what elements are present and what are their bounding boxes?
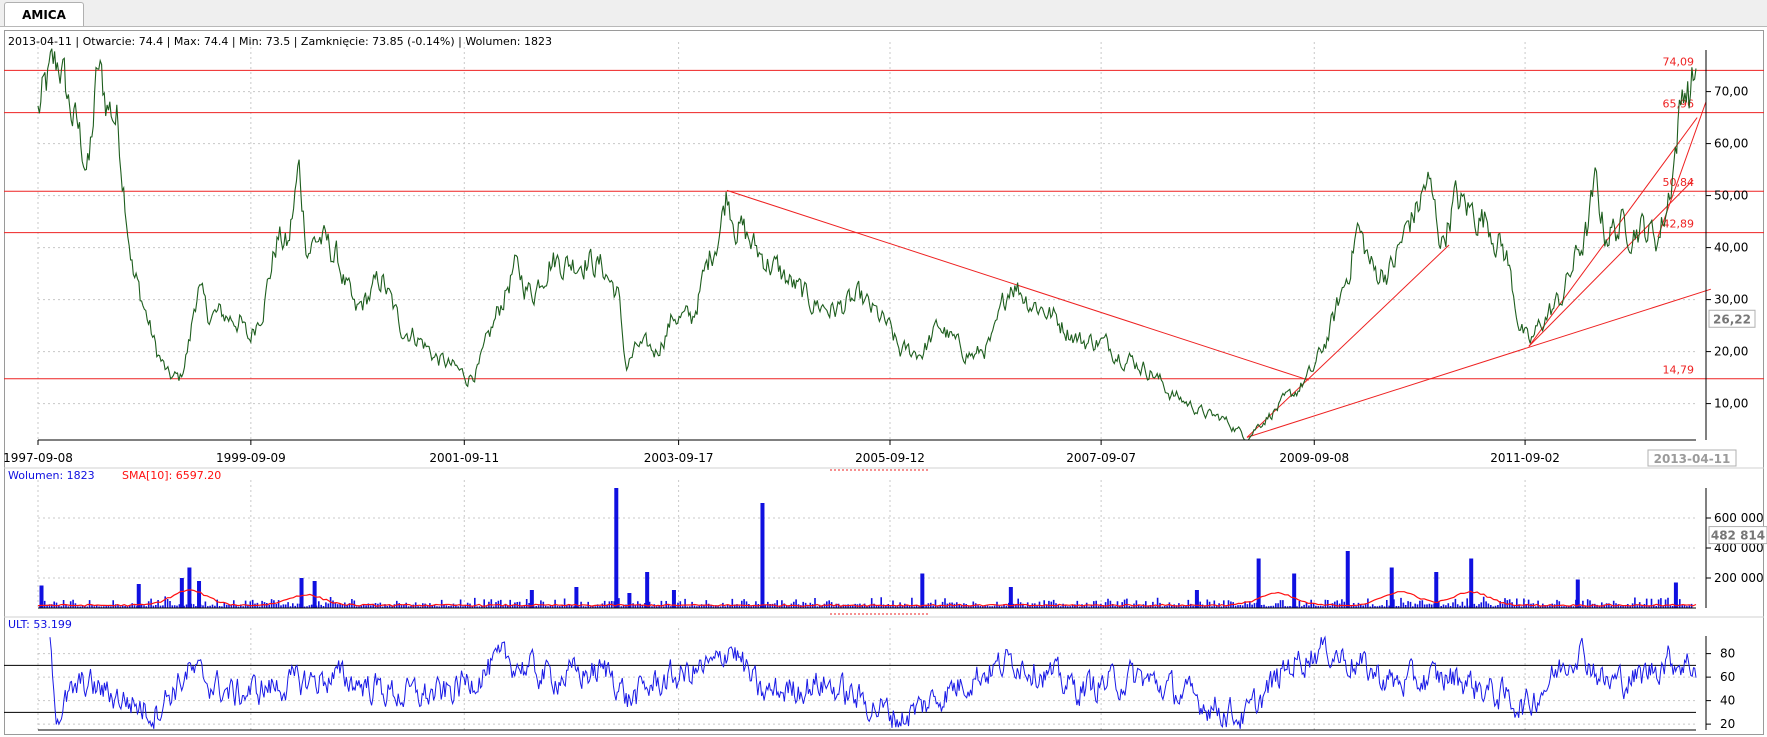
chart-canvas[interactable]: 74,0965,9650,8442,8914,79 1997-09-08 1999… — [0, 0, 1767, 737]
x-tick-label: 2007-09-07 — [1066, 451, 1136, 465]
volume-spike-bar — [920, 573, 925, 608]
x-tick-label: 2005-09-12 — [855, 451, 925, 465]
volume-spike-bar — [299, 578, 304, 608]
x-current-label: 2013-04-11 — [1654, 452, 1731, 466]
ult-y-tick-label: 80 — [1720, 647, 1735, 661]
ohlc-info: 2013-04-11 | Otwarcie: 74.4 | Max: 74.4 … — [8, 35, 552, 48]
ult-series-line — [49, 635, 1697, 729]
price-series-line — [37, 48, 1697, 441]
volume-spike-bar — [197, 581, 202, 608]
app-window: AMICA 74,09 65,96 50,84 42,89 14,79 1997-09-… — [0, 0, 1767, 737]
price-level-label: 42,89 — [1663, 218, 1695, 231]
x-tick-label: 2009-09-08 — [1279, 451, 1349, 465]
price-y-tick-label: 70,00 — [1714, 85, 1748, 99]
price-y-tick-label: 20,00 — [1714, 345, 1748, 359]
price-y-tick-label: 40,00 — [1714, 241, 1748, 255]
ult-y-tick-label: 40 — [1720, 694, 1735, 708]
trendline — [1528, 117, 1698, 347]
volume-spike-bar — [1008, 587, 1013, 608]
ult-label: ULT: 53.199 — [8, 618, 72, 631]
volume-spike-bar — [179, 578, 184, 608]
volume-spike-bar — [187, 567, 192, 608]
ult-y-tick-label: 20 — [1720, 717, 1735, 731]
volume-spike-bar — [760, 503, 765, 608]
price-y-tick-label: 50,00 — [1714, 189, 1748, 203]
volume-spike-bar — [1292, 573, 1297, 608]
price-level-label: 74,09 — [1663, 55, 1695, 68]
x-tick-label: 2003-09-17 — [644, 451, 714, 465]
ult-pane — [4, 635, 1697, 729]
price-y-tick-label: 10,00 — [1714, 397, 1748, 411]
sma-label: SMA[10]: 6597.20 — [122, 469, 221, 482]
volume-spike-bar — [1389, 567, 1394, 608]
ult-y-tick-label: 60 — [1720, 670, 1735, 684]
x-tick-label: 1999-09-09 — [216, 451, 286, 465]
volume-label: Wolumen: 1823 — [8, 469, 95, 482]
x-tick-label: 1997-09-08 — [3, 451, 73, 465]
volume-spike-bar — [614, 488, 619, 608]
volume-spike-bar — [1673, 582, 1678, 608]
volume-pane — [37, 488, 1697, 608]
price-y-tick-label: 60,00 — [1714, 137, 1748, 151]
volume-current-label: 482 814 — [1711, 529, 1765, 543]
volume-spike-bar — [1256, 558, 1261, 608]
axes: 1997-09-08 1999-09-09 2001-09-11 2003-09-17… — [3, 50, 1767, 731]
volume-y-tick-label: 600 000 — [1714, 511, 1764, 525]
grid — [37, 42, 1696, 730]
trendline — [1246, 288, 1712, 438]
price-current-label: 26,22 — [1713, 312, 1751, 326]
volume-spike-bar — [39, 585, 44, 608]
x-tick-label: 2001-09-11 — [429, 451, 499, 465]
volume-spike-bar — [1345, 551, 1350, 608]
price-level-label: 50,84 — [1663, 176, 1695, 189]
price-level-label: 14,79 — [1663, 364, 1695, 377]
sma-line — [37, 589, 1697, 607]
price-pane: 74,0965,9650,8442,8914,79 — [4, 48, 1764, 441]
volume-y-tick-label: 200 000 — [1714, 571, 1764, 585]
volume-spike-bar — [312, 581, 317, 608]
volume-spike-bar — [645, 572, 650, 608]
x-tick-label: 2011-09-02 — [1490, 451, 1560, 465]
volume-spike-bar — [1575, 579, 1580, 608]
volume-spike-bar — [1469, 558, 1474, 608]
price-y-tick-label: 30,00 — [1714, 293, 1748, 307]
